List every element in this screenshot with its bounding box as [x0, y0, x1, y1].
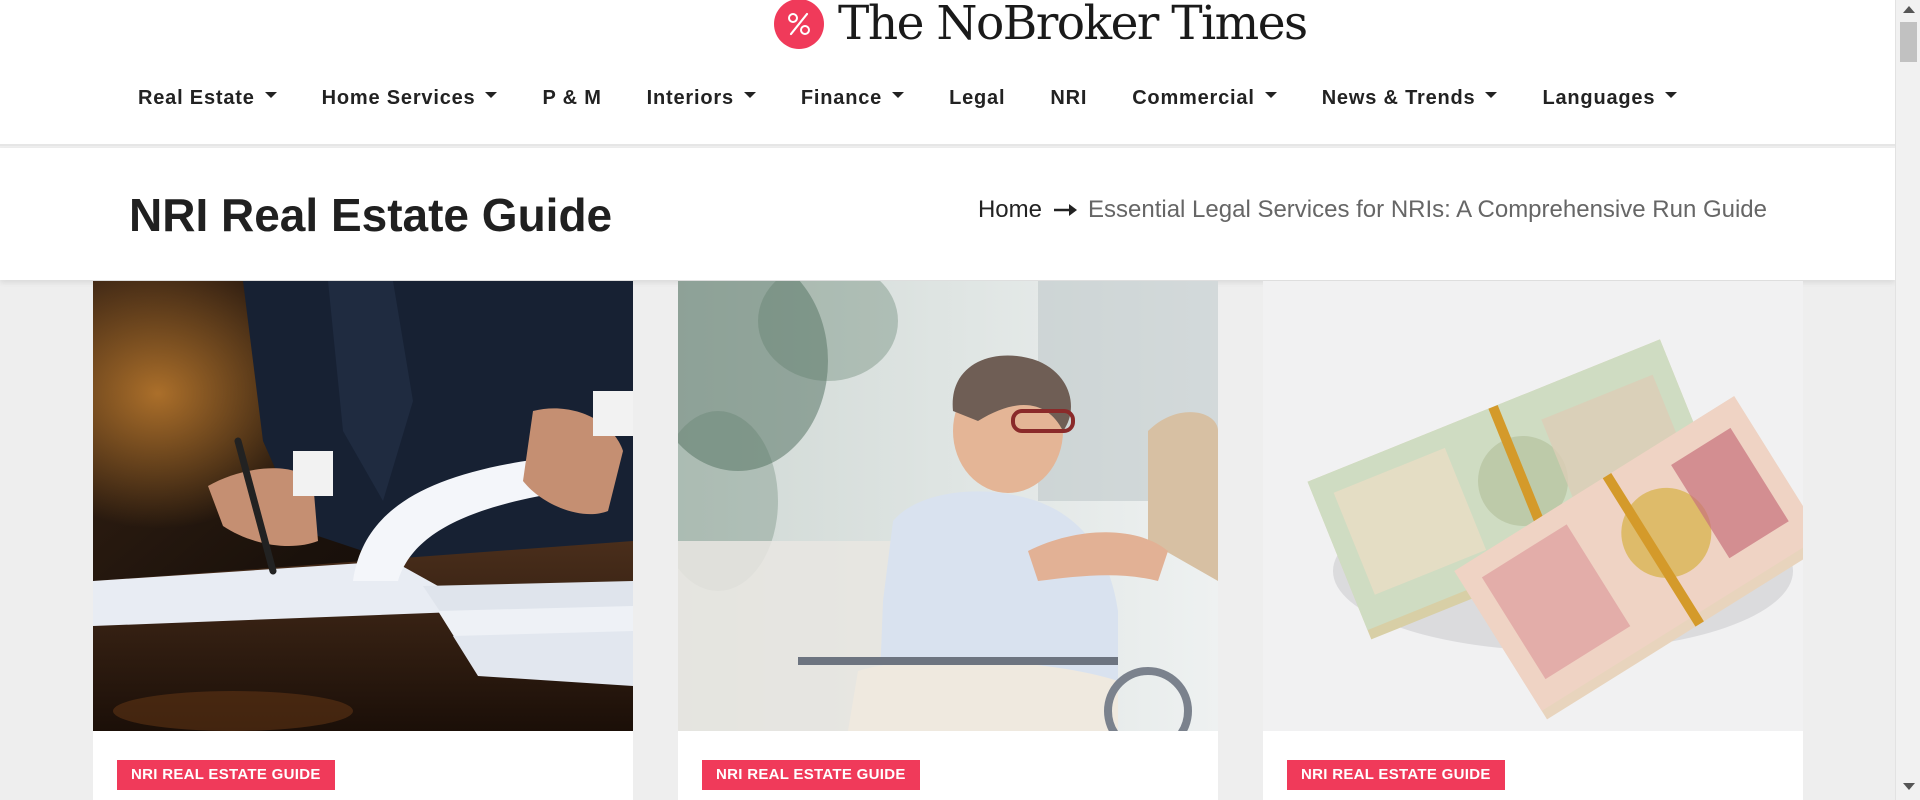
- page-title: NRI Real Estate Guide: [129, 189, 613, 241]
- scroll-up-arrow-icon[interactable]: [1903, 6, 1915, 13]
- nav-label: Languages: [1542, 86, 1656, 109]
- category-badge[interactable]: NRI REAL ESTATE GUIDE: [1287, 760, 1505, 790]
- caret-down-icon: [892, 92, 905, 98]
- nav-label: News & Trends: [1321, 86, 1476, 109]
- nav-label: Interiors: [646, 86, 734, 109]
- nav-item-real-estate[interactable]: Real Estate: [138, 87, 277, 110]
- scroll-down-arrow-icon[interactable]: [1903, 783, 1915, 790]
- nav-label: Finance: [800, 86, 883, 109]
- breadcrumb: Home Essential Legal Services for NRIs: …: [978, 196, 1767, 224]
- nav-item-home-services[interactable]: Home Services: [322, 87, 498, 110]
- caret-down-icon: [1485, 92, 1498, 98]
- caret-down-icon: [1264, 92, 1277, 98]
- long-arrow-right-icon: [1054, 196, 1078, 224]
- breadcrumb-home-link[interactable]: Home: [978, 196, 1042, 224]
- caret-down-icon: [1665, 92, 1678, 98]
- nav-item-interiors[interactable]: Interiors: [647, 87, 756, 110]
- nav-item-commercial[interactable]: Commercial: [1132, 87, 1277, 110]
- nav-label: P & M: [542, 86, 602, 109]
- nav-item-languages[interactable]: Languages: [1542, 86, 1678, 110]
- caret-down-icon: [743, 92, 756, 98]
- nav-item-nri[interactable]: NRI: [1050, 87, 1087, 110]
- document-signing-photo[interactable]: [93, 281, 633, 731]
- nav-label: Home Services: [321, 86, 476, 109]
- article-card[interactable]: NRI REAL ESTATE GUIDE: [1263, 281, 1803, 800]
- nav-label: NRI: [1050, 86, 1088, 109]
- page-title-band: NRI Real Estate Guide Home Essential Leg…: [0, 148, 1895, 280]
- site-name: The NoBroker Times: [838, 0, 1308, 51]
- page-scrollbar[interactable]: [1895, 0, 1920, 800]
- site-header: The NoBroker Times Real Estate Home Serv…: [0, 0, 1895, 146]
- currency-notes-photo[interactable]: [1263, 281, 1803, 731]
- nav-item-legal[interactable]: Legal: [949, 87, 1005, 110]
- nav-label: Commercial: [1132, 86, 1255, 109]
- caret-down-icon: [264, 92, 277, 98]
- nav-label: Legal: [949, 86, 1006, 109]
- breadcrumb-current: Essential Legal Services for NRIs: A Com…: [1088, 196, 1767, 223]
- nav-item-p-and-m[interactable]: P & M: [542, 87, 601, 110]
- category-badge[interactable]: NRI REAL ESTATE GUIDE: [702, 760, 920, 790]
- caret-down-icon: [485, 92, 498, 98]
- main-nav: Real Estate Home Services P & M Interior…: [138, 86, 1678, 110]
- article-card[interactable]: NRI REAL ESTATE GUIDE: [678, 281, 1218, 800]
- category-badge[interactable]: NRI REAL ESTATE GUIDE: [117, 760, 335, 790]
- article-cards: NRI REAL ESTATE GUIDE NRI REAL ESTATE GU…: [93, 281, 1803, 800]
- nav-item-news-trends[interactable]: News & Trends: [1322, 87, 1498, 110]
- site-logo[interactable]: The NoBroker Times: [774, 0, 1308, 51]
- scrollbar-thumb[interactable]: [1900, 22, 1917, 62]
- article-card[interactable]: NRI REAL ESTATE GUIDE: [93, 281, 633, 800]
- elderly-care-photo[interactable]: [678, 281, 1218, 731]
- percent-logo-icon: [774, 0, 824, 49]
- nav-label: Real Estate: [138, 86, 255, 109]
- nav-item-finance[interactable]: Finance: [800, 86, 905, 110]
